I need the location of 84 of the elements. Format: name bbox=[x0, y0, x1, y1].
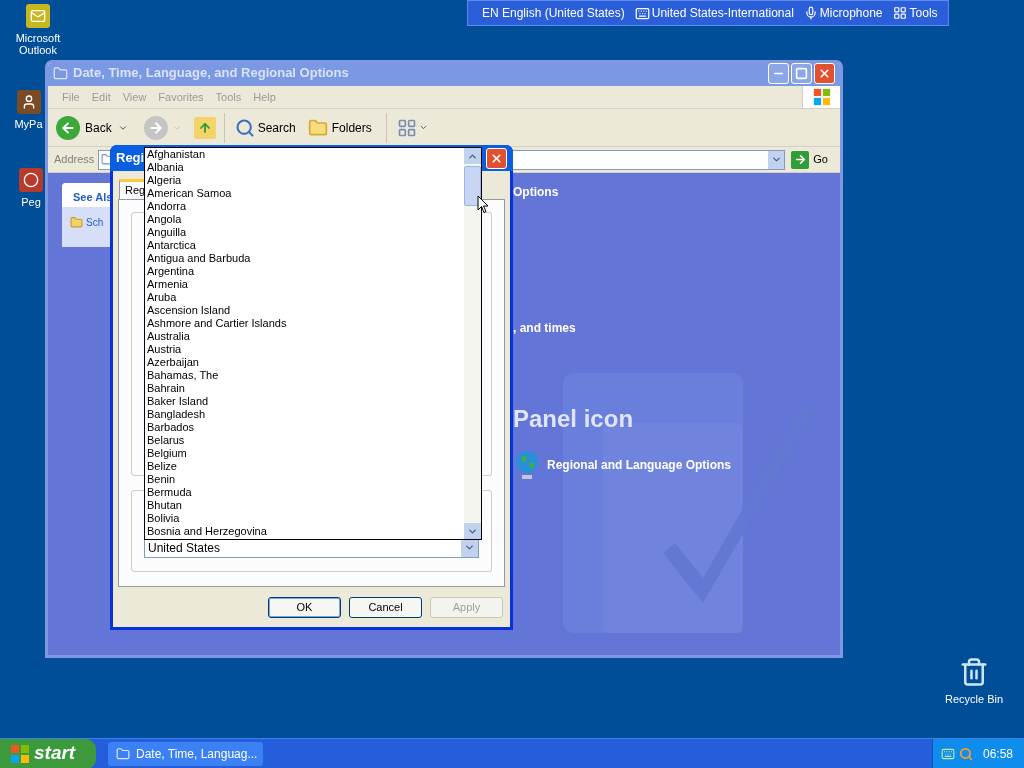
address-label: Address bbox=[54, 152, 95, 168]
dropdown-option[interactable]: Azerbaijan bbox=[147, 356, 464, 369]
go-button[interactable]: Go bbox=[789, 150, 840, 169]
desktop-shortcut-icon[interactable] bbox=[16, 90, 41, 114]
search-icon bbox=[234, 117, 255, 138]
scroll-thumb[interactable] bbox=[464, 166, 481, 206]
dropdown-option[interactable]: Albania bbox=[147, 161, 464, 174]
close-button[interactable] bbox=[814, 63, 835, 84]
language-indicator[interactable]: EN English (United States) bbox=[482, 4, 625, 22]
section-subheading: Panel icon bbox=[513, 404, 635, 434]
dropdown-option[interactable]: Belarus bbox=[147, 434, 464, 447]
desktop-shortcut-icon[interactable] bbox=[19, 168, 43, 192]
forward-icon[interactable] bbox=[143, 115, 168, 140]
taskbar-button[interactable]: Date, Time, Languag... bbox=[108, 741, 263, 766]
dropdown-option[interactable]: Baker Island bbox=[147, 395, 464, 408]
clock: 06:58 bbox=[983, 745, 1014, 763]
dropdown-option[interactable]: Angola bbox=[147, 213, 464, 226]
grid-icon bbox=[396, 117, 417, 138]
folders-button[interactable]: Folders bbox=[301, 117, 378, 138]
dropdown-option[interactable]: Austria bbox=[147, 343, 464, 356]
dropdown-option[interactable]: Bermuda bbox=[147, 486, 464, 499]
dropdown-option[interactable]: Benin bbox=[147, 473, 464, 486]
dropdown-option[interactable]: Belize bbox=[147, 460, 464, 473]
dropdown-option[interactable]: Bhutan bbox=[147, 499, 464, 512]
dropdown-option[interactable]: Bangladesh bbox=[147, 408, 464, 421]
dropdown-option[interactable]: Ascension Island bbox=[147, 304, 464, 317]
caret-icon bbox=[770, 154, 782, 165]
keyboard-layout[interactable]: United States-International bbox=[651, 4, 794, 22]
window-title: Regi bbox=[116, 149, 145, 168]
folder-up-icon[interactable] bbox=[193, 116, 216, 139]
dropdown-option[interactable]: Anguilla bbox=[147, 226, 464, 239]
section-heading: Options bbox=[513, 184, 560, 201]
close-icon bbox=[490, 151, 503, 165]
dropdown-option[interactable]: Antigua and Barbuda bbox=[147, 252, 464, 265]
window-title: Date, Time, Language, and Regional Options bbox=[73, 64, 350, 83]
dropdown-option[interactable]: Argentina bbox=[147, 265, 464, 278]
maximize-icon bbox=[795, 66, 808, 80]
folder-icon bbox=[70, 216, 83, 229]
dropdown-option[interactable]: Bolivia bbox=[147, 512, 464, 525]
back-button[interactable]: Back bbox=[56, 115, 114, 140]
search-icon[interactable] bbox=[959, 746, 973, 761]
scrollbar[interactable] bbox=[464, 148, 481, 539]
start-button[interactable]: start bbox=[0, 738, 96, 768]
dropdown-option[interactable]: Barbados bbox=[147, 421, 464, 434]
microphone-button[interactable]: Microphone bbox=[819, 4, 883, 22]
close-icon bbox=[818, 66, 831, 80]
dialog-button[interactable]: OK bbox=[268, 597, 341, 618]
dropdown-option[interactable]: Bosnia and Herzegovina bbox=[147, 525, 464, 538]
dropdown-option[interactable]: Belgium bbox=[147, 447, 464, 460]
tray-icon[interactable] bbox=[941, 746, 955, 761]
desktop-icon-label[interactable]: Recycle Bin bbox=[944, 691, 1004, 708]
dropdown-option[interactable]: Antarctica bbox=[147, 239, 464, 252]
minimize-button[interactable] bbox=[768, 63, 789, 84]
folder-icon bbox=[307, 117, 328, 138]
dialog-button[interactable]: Cancel bbox=[349, 597, 422, 618]
desktop-icon-label[interactable]: MyPa bbox=[14, 118, 43, 130]
desktop-icon-label[interactable]: Peg bbox=[21, 196, 41, 208]
dropdown-option[interactable]: Bahamas, The bbox=[147, 369, 464, 382]
task-link[interactable]: , and times bbox=[513, 319, 731, 337]
dropdown-option[interactable]: Bahrain bbox=[147, 382, 464, 395]
maximize-button[interactable] bbox=[791, 63, 812, 84]
window-icon bbox=[53, 65, 68, 81]
tools-button[interactable]: Tools bbox=[909, 4, 938, 22]
folder-icon bbox=[116, 746, 130, 761]
dropdown-option[interactable]: Afghanistan bbox=[147, 148, 464, 161]
caret-icon bbox=[418, 123, 428, 132]
windows-logo-icon bbox=[812, 88, 831, 106]
back-arrow-icon bbox=[60, 119, 76, 136]
caret-icon bbox=[464, 542, 475, 553]
dropdown-option[interactable]: Australia bbox=[147, 330, 464, 343]
recycle-bin-icon[interactable] bbox=[959, 657, 989, 687]
microphone-icon bbox=[803, 6, 818, 20]
search-button[interactable]: Search bbox=[232, 117, 298, 138]
globe-icon[interactable] bbox=[513, 449, 541, 481]
close-button[interactable] bbox=[486, 147, 507, 169]
desktop-icon-label[interactable]: Microsoft Outlook bbox=[5, 32, 71, 56]
go-arrow-icon bbox=[793, 153, 807, 166]
sidebar-link[interactable]: Sch bbox=[86, 215, 104, 230]
keyboard-icon bbox=[634, 5, 650, 21]
dropdown-option[interactable]: Aruba bbox=[147, 291, 464, 304]
dropdown-option[interactable]: Ashmore and Cartier Islands bbox=[147, 317, 464, 330]
tools-icon bbox=[892, 6, 907, 20]
dropdown-option[interactable]: Armenia bbox=[147, 278, 464, 291]
windows-logo-icon bbox=[10, 743, 30, 764]
